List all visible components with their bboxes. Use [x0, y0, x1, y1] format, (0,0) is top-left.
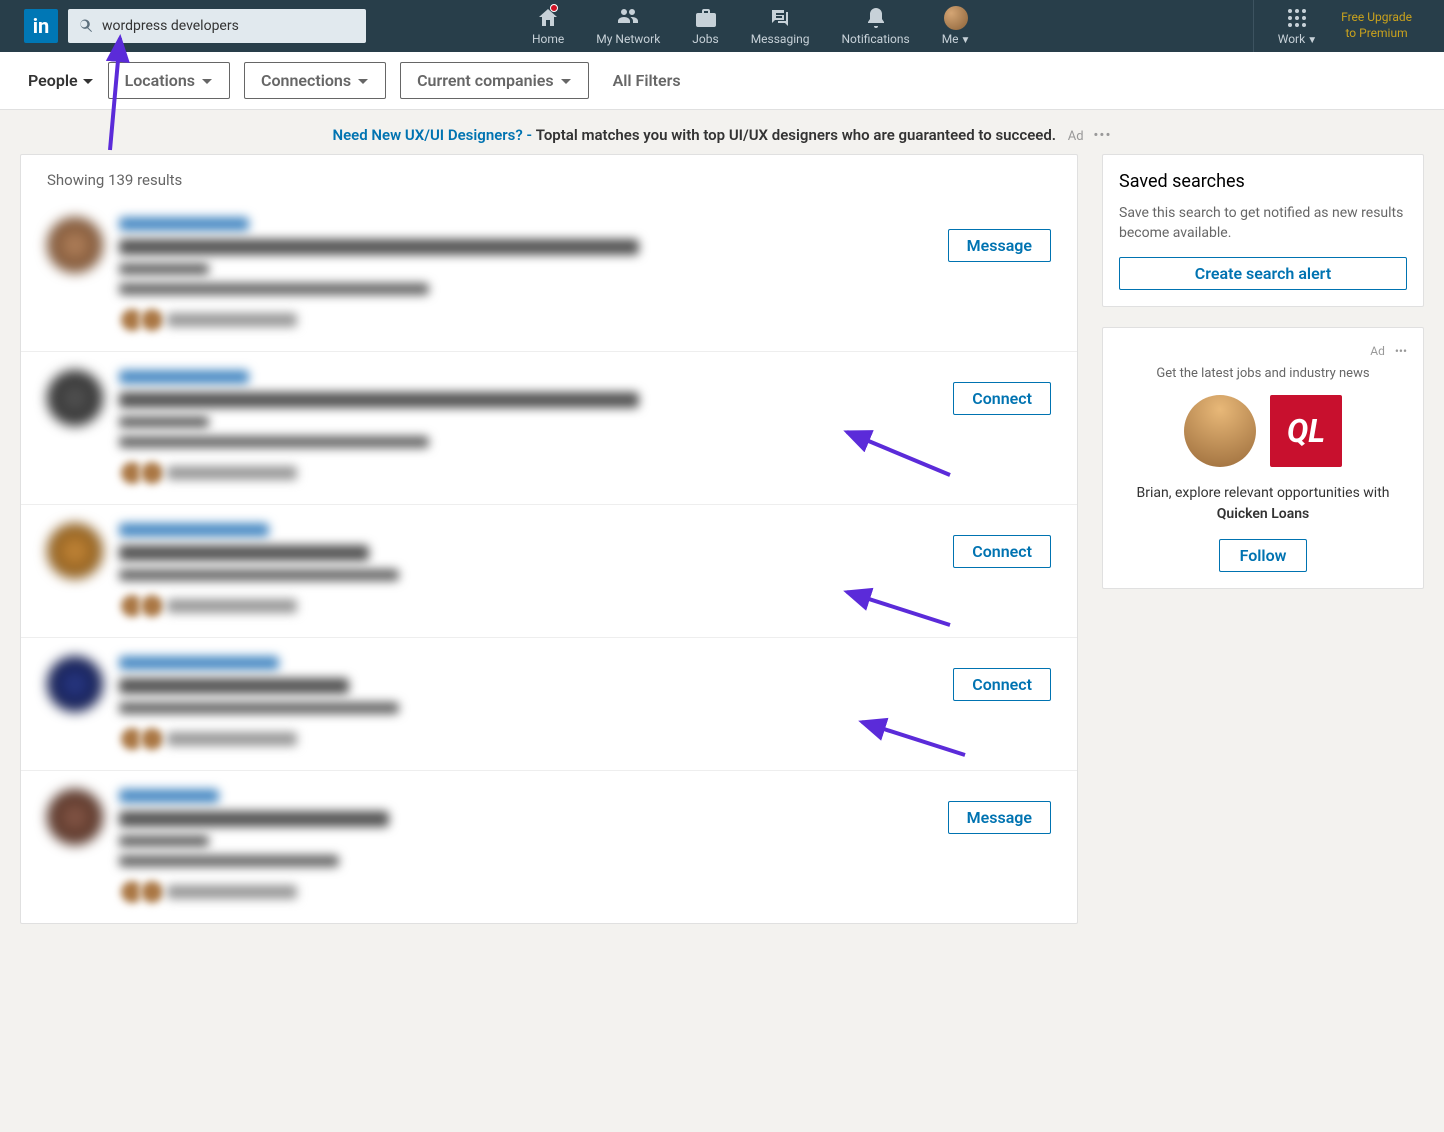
linkedin-logo[interactable]: in: [24, 9, 58, 43]
sponsor-logo: QL: [1270, 395, 1342, 467]
create-alert-button[interactable]: Create search alert: [1119, 257, 1407, 290]
network-icon: [616, 6, 640, 30]
search-input[interactable]: [102, 18, 356, 34]
connect-button[interactable]: Connect: [953, 382, 1051, 415]
chevron-down-icon: [560, 75, 572, 87]
top-nav: in Home My Network Jobs Messaging Notifi…: [0, 0, 1444, 52]
nav-home[interactable]: Home: [516, 0, 580, 52]
search-icon: [78, 18, 94, 34]
follow-button[interactable]: Follow: [1219, 539, 1308, 572]
jobs-icon: [694, 6, 718, 30]
ad-label: Ad: [1370, 344, 1385, 358]
saved-searches-card: Saved searches Save this search to get n…: [1102, 154, 1424, 307]
connections-filter[interactable]: Connections: [244, 62, 386, 99]
chevron-down-icon: [201, 75, 213, 87]
result-row[interactable]: Connect: [21, 505, 1077, 638]
profile-avatar[interactable]: [47, 789, 103, 845]
sponsor-avatar: [1184, 395, 1256, 467]
result-row[interactable]: Message: [21, 771, 1077, 923]
profile-avatar[interactable]: [47, 370, 103, 426]
more-icon[interactable]: •••: [1395, 344, 1407, 358]
chevron-down-icon: [357, 75, 369, 87]
premium-link[interactable]: Free Upgrade to Premium: [1333, 10, 1420, 41]
results-panel: Showing 139 results Message Connect C: [20, 154, 1078, 924]
nav-me[interactable]: Me▼: [926, 0, 987, 52]
sponsor-tagline: Get the latest jobs and industry news: [1119, 366, 1407, 381]
all-filters[interactable]: All Filters: [613, 71, 681, 90]
result-row[interactable]: Connect: [21, 638, 1077, 771]
bell-icon: [864, 6, 888, 30]
result-row[interactable]: Connect: [21, 352, 1077, 505]
saved-title: Saved searches: [1119, 171, 1407, 192]
user-avatar: [944, 6, 968, 30]
more-icon[interactable]: •••: [1093, 126, 1111, 144]
nav-notifications[interactable]: Notifications: [825, 0, 925, 52]
profile-avatar[interactable]: [47, 523, 103, 579]
message-button[interactable]: Message: [948, 801, 1051, 834]
sponsor-text: Brian, explore relevant opportunities wi…: [1119, 483, 1407, 525]
filter-bar: People Locations Connections Current com…: [0, 52, 1444, 110]
ad-banner[interactable]: Need New UX/UI Designers? - Toptal match…: [0, 110, 1444, 154]
grid-icon: [1285, 6, 1309, 30]
saved-desc: Save this search to get notified as new …: [1119, 204, 1407, 243]
messaging-icon: [768, 6, 792, 30]
results-count: Showing 139 results: [21, 155, 1077, 199]
locations-filter[interactable]: Locations: [108, 62, 230, 99]
nav-jobs[interactable]: Jobs: [676, 0, 734, 52]
nav-work[interactable]: Work▼: [1262, 0, 1333, 52]
profile-avatar[interactable]: [47, 217, 103, 273]
nav-messaging[interactable]: Messaging: [735, 0, 826, 52]
sponsor-card: Ad ••• Get the latest jobs and industry …: [1102, 327, 1424, 589]
profile-avatar[interactable]: [47, 656, 103, 712]
connect-button[interactable]: Connect: [953, 668, 1051, 701]
chevron-down-icon: [82, 75, 94, 87]
search-box[interactable]: [68, 9, 366, 43]
people-filter[interactable]: People: [28, 71, 94, 90]
connect-button[interactable]: Connect: [953, 535, 1051, 568]
nav-network[interactable]: My Network: [580, 0, 676, 52]
message-button[interactable]: Message: [948, 229, 1051, 262]
companies-filter[interactable]: Current companies: [400, 62, 588, 99]
result-row[interactable]: Message: [21, 199, 1077, 352]
